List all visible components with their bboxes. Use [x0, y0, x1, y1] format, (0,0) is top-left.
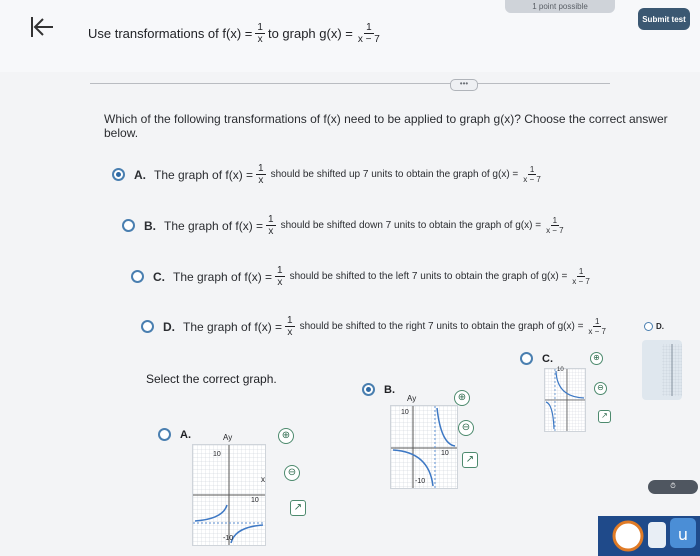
- progress-indicator: 1 point possible: [505, 0, 615, 13]
- graph-prompt: Select the correct graph.: [146, 372, 277, 386]
- option-letter: B.: [144, 218, 156, 233]
- y-max-label: 10: [557, 367, 564, 373]
- option-lead: The graph of f(x) =: [154, 167, 254, 182]
- option-body: should be shifted to the right 7 units t…: [299, 321, 584, 332]
- fraction: 1x − 7: [523, 165, 541, 184]
- taskbar-dock: u: [598, 516, 700, 556]
- fraction: 1x − 7: [588, 317, 606, 336]
- expand-graph-icon[interactable]: ↗: [290, 500, 306, 516]
- radio-button[interactable]: [131, 270, 144, 283]
- option-body: should be shifted up 7 units to obtain t…: [270, 169, 519, 180]
- zoom-out-icon[interactable]: ⊖: [284, 465, 300, 481]
- option-lead: The graph of f(x) =: [173, 269, 273, 284]
- y-max-label: 10: [401, 409, 409, 416]
- time-remaining-chip[interactable]: ⏱: [648, 480, 698, 494]
- x-max-label: 10: [251, 497, 259, 504]
- graph-d-preview[interactable]: [642, 340, 682, 400]
- option-body: should be shifted down 7 units to obtain…: [280, 220, 542, 231]
- submit-test-button[interactable]: Submit test: [638, 8, 690, 30]
- zoom-out-icon[interactable]: ⊖: [594, 382, 607, 395]
- option-letter: D.: [163, 319, 175, 334]
- problem-prompt: Use transformations of f(x) = 1x to grap…: [88, 22, 380, 45]
- graph-a-plot: [193, 445, 265, 545]
- fraction: 1x − 7: [357, 22, 380, 45]
- fraction: 1x − 7: [572, 267, 590, 286]
- expand-graph-icon[interactable]: ↗: [598, 410, 611, 423]
- radio-button[interactable]: [362, 383, 375, 396]
- option-body: should be shifted to the left 7 units to…: [289, 271, 568, 282]
- option-c[interactable]: C. The graph of f(x) = 1 x should be shifted…: [131, 265, 595, 288]
- graph-b[interactable]: Ay 10 -10 10: [390, 394, 458, 489]
- zoom-in-icon[interactable]: ⊕: [278, 428, 294, 444]
- graph-d-plot: [662, 344, 682, 396]
- graph-c[interactable]: 10: [544, 367, 586, 432]
- app-icon[interactable]: [612, 520, 644, 552]
- expand-button[interactable]: •••: [450, 79, 478, 91]
- back-arrow-icon[interactable]: [28, 14, 56, 40]
- fraction: 1x: [266, 214, 276, 237]
- y-max-label: 10: [213, 451, 221, 458]
- fraction: 1x: [256, 163, 266, 186]
- zoom-out-icon[interactable]: ⊖: [458, 420, 474, 436]
- x-max-label: 10: [441, 450, 449, 457]
- graph-option-a[interactable]: A.: [158, 428, 191, 441]
- radio-button[interactable]: [141, 320, 154, 333]
- app-icon[interactable]: [648, 522, 666, 548]
- graph-option-b[interactable]: B.: [362, 383, 395, 396]
- svg-text:u: u: [678, 525, 688, 544]
- graph-option-c[interactable]: C.: [520, 352, 553, 365]
- expand-graph-icon[interactable]: ↗: [462, 452, 478, 468]
- fraction: 1x: [275, 265, 285, 288]
- graph-b-plot: [391, 406, 457, 488]
- option-a[interactable]: A. The graph of f(x) = 1 x should be shifted…: [112, 163, 546, 186]
- graph-a[interactable]: Ay 10 -10 x 10: [192, 433, 266, 546]
- option-lead: The graph of f(x) =: [164, 218, 264, 233]
- option-d[interactable]: D. The graph of f(x) = 1 x should be shifted…: [141, 315, 611, 338]
- radio-button[interactable]: [122, 219, 135, 232]
- y-min-label: -10: [223, 535, 234, 542]
- graph-c-plot: [545, 369, 585, 431]
- fraction: 1x: [285, 315, 295, 338]
- option-letter: C.: [153, 269, 165, 284]
- zoom-in-icon[interactable]: ⊕: [590, 352, 603, 365]
- divider: [90, 83, 610, 84]
- x-axis-label: x: [261, 475, 265, 484]
- y-axis-label: Ay: [223, 433, 233, 442]
- graph-option-d[interactable]: D.: [644, 322, 664, 331]
- radio-button[interactable]: [158, 428, 171, 441]
- option-lead: The graph of f(x) =: [183, 319, 283, 334]
- fraction: 1x: [255, 22, 265, 45]
- radio-button[interactable]: [520, 352, 533, 365]
- radio-button[interactable]: [112, 168, 125, 181]
- radio-button[interactable]: [644, 322, 653, 331]
- question-text: Which of the following transformations o…: [104, 112, 668, 140]
- option-b[interactable]: B. The graph of f(x) = 1 x should be shifted…: [122, 214, 569, 237]
- y-min-label: -10: [415, 478, 426, 485]
- fraction: 1x − 7: [546, 216, 564, 235]
- zoom-in-icon[interactable]: ⊕: [454, 390, 470, 406]
- option-letter: A.: [134, 167, 146, 182]
- y-axis-label: Ay: [407, 394, 417, 403]
